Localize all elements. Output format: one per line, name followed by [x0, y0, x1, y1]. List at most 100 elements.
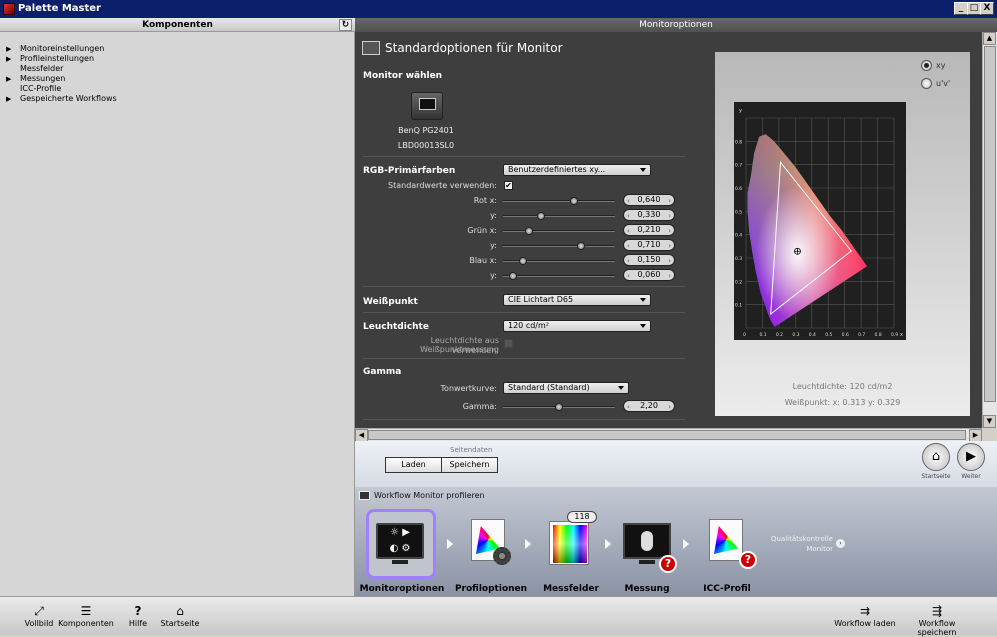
decrement-icon[interactable]: ‹: [627, 256, 630, 266]
help-button[interactable]: ? Hilfe: [124, 603, 152, 628]
scroll-thumb[interactable]: [368, 430, 966, 440]
step-messung-label[interactable]: Messung: [611, 584, 683, 594]
cie-chromaticity-diagram: 0 0.1 0.2 0.3 0.4 0.5 0.6 0.7 0.8 0.9 0.1 0.2 0.3 0.4…: [734, 102, 906, 340]
rgb-row-slider[interactable]: [503, 272, 615, 280]
rgb-row-value-stepper[interactable]: ‹ 0,640 ›: [623, 194, 675, 206]
rgb-row-slider[interactable]: [503, 197, 615, 205]
decrement-icon[interactable]: ‹: [627, 271, 630, 281]
startseite-button[interactable]: ⌂ Startseite: [160, 603, 200, 628]
luminance-dropdown[interactable]: 120 cd/m²: [503, 320, 651, 332]
arrow-right-icon[interactable]: ›: [836, 539, 845, 548]
tree-item-messfelder[interactable]: Messfelder: [6, 64, 117, 74]
quality-control-label-2[interactable]: Monitor: [763, 545, 833, 553]
horizontal-scrollbar[interactable]: ◀ ▶: [355, 428, 982, 442]
workflow-save-button[interactable]: ⇶ Workflow speichern: [900, 603, 974, 637]
patch-grid: [553, 525, 587, 563]
refresh-icon[interactable]: ↻: [339, 19, 352, 31]
step-monitoroptionen-icon[interactable]: ☼ ▶ ◐ ⚙: [374, 519, 426, 571]
step-messfelder-label[interactable]: Messfelder: [531, 584, 611, 594]
rgb-row-value-stepper[interactable]: ‹ 0,210 ›: [623, 224, 675, 236]
tree-item-label[interactable]: ICC-Profile: [20, 84, 61, 93]
decrement-icon[interactable]: ‹: [627, 402, 630, 412]
fullscreen-button[interactable]: ⤢ Vollbild: [22, 603, 56, 628]
vertical-scrollbar[interactable]: ▲ ▼: [982, 32, 997, 428]
tree-item-label[interactable]: Gespeicherte Workflows: [20, 94, 117, 103]
rgb-row-slider[interactable]: [503, 242, 615, 250]
gamma-slider-knob[interactable]: [555, 403, 563, 411]
tree-item-gespeicherte-workflows[interactable]: ▶ Gespeicherte Workflows: [6, 94, 117, 104]
monitor-stand: [639, 560, 655, 564]
gamma-slider[interactable]: [503, 403, 615, 411]
increment-icon[interactable]: ›: [668, 256, 671, 266]
load-button[interactable]: Laden: [385, 457, 442, 473]
minimize-button[interactable]: _: [954, 2, 968, 15]
radio-xy[interactable]: [921, 60, 932, 71]
tree-item-messungen[interactable]: ▶ Messungen: [6, 74, 117, 84]
increment-icon[interactable]: ›: [668, 226, 671, 236]
increment-icon[interactable]: ›: [668, 196, 671, 206]
workflow-load-button[interactable]: ⇉ Workflow laden: [834, 603, 896, 628]
decrement-icon[interactable]: ‹: [627, 241, 630, 251]
step-profiloptionen-icon[interactable]: [465, 517, 517, 569]
step-messung-icon[interactable]: ?: [621, 519, 677, 573]
rgb-row-value-stepper[interactable]: ‹ 0,330 ›: [623, 209, 675, 221]
tree-item-monitoreinstellungen[interactable]: ▶ Monitoreinstellungen: [6, 44, 117, 54]
rgb-row-slider[interactable]: [503, 257, 615, 265]
tree-item-label[interactable]: Messungen: [20, 74, 65, 83]
tone-curve-dropdown[interactable]: Standard (Standard): [503, 382, 629, 394]
step-monitoroptionen-label[interactable]: Monitoroptionen: [357, 584, 447, 594]
slider-knob[interactable]: [569, 197, 578, 205]
slider-knob[interactable]: [576, 242, 585, 250]
close-button[interactable]: X: [980, 2, 994, 15]
monitor-select-button[interactable]: [411, 92, 443, 120]
rgb-row-slider[interactable]: [503, 212, 615, 220]
rgb-primaries-dropdown[interactable]: Benutzerdefiniertes xy...: [503, 164, 651, 176]
increment-icon[interactable]: ›: [668, 271, 671, 281]
expand-arrow-icon[interactable]: ▶: [6, 54, 20, 64]
slider-knob[interactable]: [518, 257, 527, 265]
home-button[interactable]: ⌂: [922, 443, 950, 471]
rgb-row-slider[interactable]: [503, 227, 615, 235]
expand-arrow-icon[interactable]: ▶: [6, 74, 20, 84]
decrement-icon[interactable]: ‹: [627, 196, 630, 206]
slider-knob[interactable]: [537, 212, 546, 220]
slider-knob[interactable]: [509, 272, 518, 280]
quality-control-label-1[interactable]: Qualitätskontrolle: [763, 535, 833, 543]
slider-knob[interactable]: [524, 227, 533, 235]
components-button[interactable]: ☰ Komponenten: [58, 603, 114, 628]
tree-item-label[interactable]: Monitoreinstellungen: [20, 44, 104, 53]
step-profiloptionen-label[interactable]: Profiloptionen: [451, 584, 531, 594]
tree-item-icc-profile[interactable]: ICC-Profile: [6, 84, 117, 94]
increment-icon[interactable]: ›: [668, 241, 671, 251]
tree-item-label[interactable]: Profileinstellungen: [20, 54, 94, 63]
tree-item-label[interactable]: Messfelder: [20, 64, 63, 73]
save-button[interactable]: Speichern: [441, 457, 498, 473]
increment-icon[interactable]: ›: [668, 211, 671, 221]
rgb-row-value-stepper[interactable]: ‹ 0,710 ›: [623, 239, 675, 251]
std-values-checkbox[interactable]: ✔: [504, 181, 513, 190]
expand-arrow-icon[interactable]: ▶: [6, 94, 20, 104]
gamma-value-stepper[interactable]: ‹ 2,20 ›: [623, 400, 675, 412]
step-icc-profil-label[interactable]: ICC-Profil: [691, 584, 763, 594]
next-button[interactable]: ▶: [957, 443, 985, 471]
whitepoint-dropdown[interactable]: CIE Lichtart D65: [503, 294, 651, 306]
expand-arrow-icon[interactable]: ▶: [6, 44, 20, 54]
separator: [363, 286, 685, 287]
rgb-row-value-stepper[interactable]: ‹ 0,150 ›: [623, 254, 675, 266]
workflow-load-icon: ⇉: [859, 604, 871, 618]
step-messfelder-icon[interactable]: 118: [545, 511, 597, 569]
luminance-measure-checkbox[interactable]: [504, 339, 513, 348]
tree-item-profileinstellungen[interactable]: ▶ Profileinstellungen: [6, 54, 117, 64]
scroll-down-icon[interactable]: ▼: [983, 415, 996, 428]
rgb-row-value-stepper[interactable]: ‹ 0,060 ›: [623, 269, 675, 281]
decrement-icon[interactable]: ‹: [627, 226, 630, 236]
gamut-glyph: [714, 526, 738, 554]
workflow-save-icon: ⇶: [931, 604, 943, 618]
scroll-thumb[interactable]: [984, 46, 996, 402]
decrement-icon[interactable]: ‹: [627, 211, 630, 221]
scroll-up-icon[interactable]: ▲: [983, 32, 996, 45]
maximize-button[interactable]: □: [967, 2, 981, 15]
step-icc-profil-icon[interactable]: ?: [703, 517, 757, 569]
increment-icon[interactable]: ›: [668, 402, 671, 412]
radio-uv[interactable]: [921, 78, 932, 89]
